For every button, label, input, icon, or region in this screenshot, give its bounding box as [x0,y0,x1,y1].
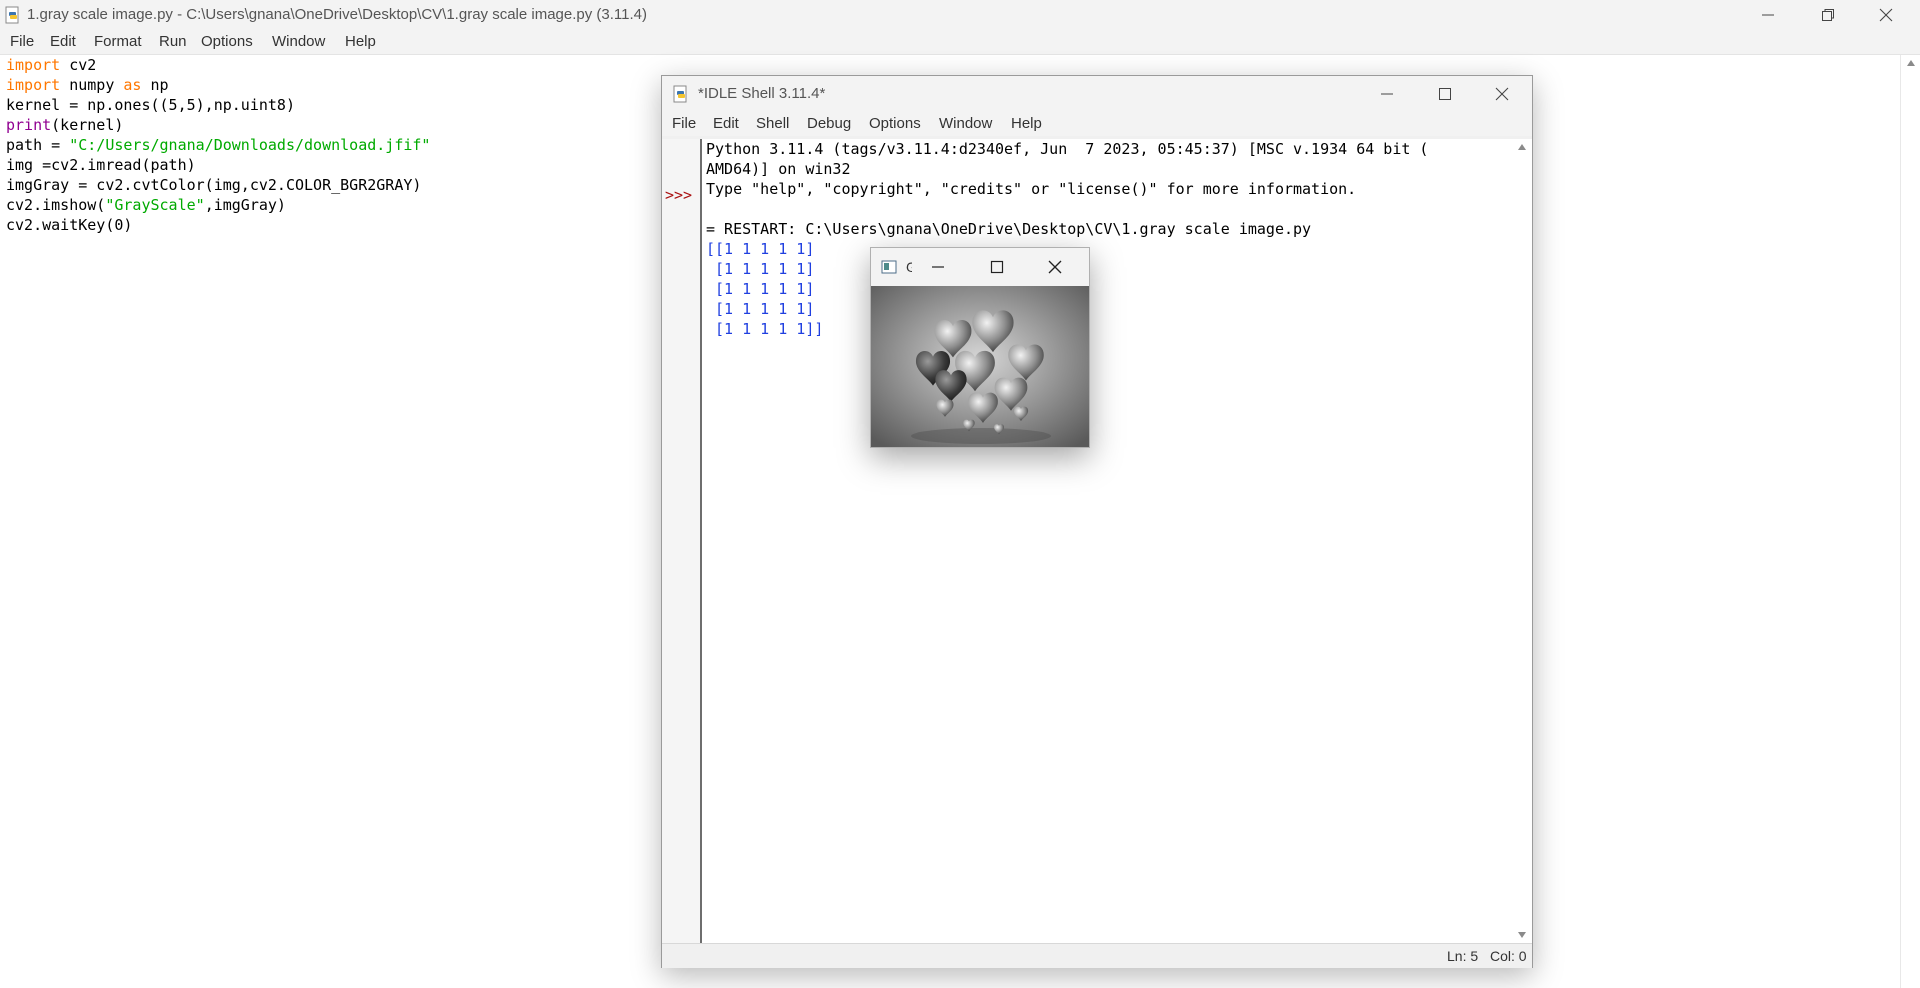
code-text: numpy [60,76,124,94]
shell-menu-shell[interactable]: Shell [756,112,789,136]
menu-help[interactable]: Help [345,29,376,54]
code-line: import cv2 [6,55,96,75]
scroll-down-arrow-icon[interactable] [1517,931,1527,939]
keyword: import [6,76,61,94]
image-title-bar[interactable]: G [871,248,1089,286]
grayscale-hearts-image [871,286,1089,447]
maximize-icon [990,260,1004,274]
image-close-button[interactable] [1032,248,1078,286]
python-file-icon [5,6,19,24]
shell-line: AMD64)] on win32 [706,160,851,178]
menu-options[interactable]: Options [201,29,253,54]
image-window-title: G [906,259,912,275]
shell-line: Type "help", "copyright", "credits" or "… [706,180,1357,198]
shell-line: Python 3.11.4 (tags/v3.11.4:d2340ef, Jun… [706,140,1429,158]
code-text: np [141,76,169,94]
shell-restart-line: = RESTART: C:\Users\gnana\OneDrive\Deskt… [706,220,1312,238]
scroll-up-arrow-icon[interactable] [1906,59,1916,67]
shell-output-line: [1 1 1 1 1] [706,300,815,318]
shell-menu-bar: File Edit Shell Debug Options Window Hel… [662,112,1532,136]
string-literal: "C:/Users/gnana/Downloads/download.jfif" [69,136,431,154]
shell-menu-window[interactable]: Window [939,112,992,136]
string-literal: "GrayScale" [105,196,205,214]
shell-output-line: [1 1 1 1 1] [706,260,815,278]
keyword: as [123,76,142,94]
close-icon [1048,260,1062,274]
shell-minimize-button[interactable] [1359,76,1415,112]
image-minimize-button[interactable] [915,248,961,286]
shell-close-button[interactable] [1474,76,1530,112]
code-line: path = "C:/Users/gnana/Downloads/downloa… [6,135,430,155]
minimize-icon [1381,93,1393,95]
menu-run[interactable]: Run [159,29,187,54]
restore-icon [1822,8,1834,21]
main-title-bar[interactable]: 1.gray scale image.py - C:\Users\gnana\O… [0,0,1920,29]
menu-window[interactable]: Window [272,29,325,54]
shell-menu-file[interactable]: File [672,112,696,136]
shell-output-area[interactable]: Python 3.11.4 (tags/v3.11.4:d2340ef, Jun… [702,139,1512,943]
heart-balloons-icon [871,286,1089,447]
main-menu-bar: File Edit Format Run Options Window Help [0,29,1920,55]
menu-format[interactable]: Format [94,29,142,54]
menu-file[interactable]: File [10,29,34,54]
status-line-number: Ln: 5 [1447,948,1479,964]
shell-prompt: >>> [665,186,693,204]
shell-menu-help[interactable]: Help [1011,112,1042,136]
code-text: cv2.imshow( [6,196,106,214]
scroll-up-arrow-icon[interactable] [1517,143,1527,151]
close-icon [1879,8,1893,21]
python-file-icon [673,85,687,103]
code-text: cv2 [60,56,97,74]
close-button[interactable] [1858,0,1914,29]
shell-prompt-gutter: >>> [662,139,702,943]
keyword: import [6,56,61,74]
shell-menu-debug[interactable]: Debug [807,112,851,136]
code-line: img =cv2.imread(path) [6,156,196,174]
restore-button[interactable] [1800,0,1856,29]
shell-status-bar: Ln: 5 Col: 0 [662,943,1532,968]
menu-edit[interactable]: Edit [50,29,76,54]
minimize-icon [932,266,944,268]
code-line: kernel = np.ones((5,5),np.uint8) [6,96,295,114]
code-line: print(kernel) [6,115,123,135]
close-icon [1495,87,1509,101]
shell-output-line: [1 1 1 1 1]] [706,320,824,338]
shell-title-bar[interactable]: *IDLE Shell 3.11.4* [662,76,1532,112]
shell-menu-options[interactable]: Options [869,112,921,136]
shell-title: *IDLE Shell 3.11.4* [698,85,826,102]
shell-output-line: [[1 1 1 1 1] [706,240,815,258]
code-line: import numpy as np [6,75,169,95]
shell-maximize-button[interactable] [1417,76,1473,112]
grayscale-image-window[interactable]: G [870,247,1090,448]
status-column-number: Col: 0 [1490,948,1527,964]
code-text: path = [6,136,70,154]
code-line: imgGray = cv2.cvtColor(img,cv2.COLOR_BGR… [6,176,422,194]
shell-window[interactable]: *IDLE Shell 3.11.4* File Edit Shell Debu… [661,75,1533,968]
image-maximize-button[interactable] [974,248,1020,286]
shell-vertical-scrollbar[interactable] [1512,139,1532,943]
maximize-icon [1439,88,1451,100]
code-line: cv2.imshow("GrayScale",imgGray) [6,195,286,215]
code-text: (kernel) [51,116,124,134]
window-title: 1.gray scale image.py - C:\Users\gnana\O… [27,6,647,23]
minimize-icon [1762,14,1774,15]
opencv-window-icon [881,260,897,274]
shell-output-line: [1 1 1 1 1] [706,280,815,298]
editor-vertical-scrollbar[interactable] [1900,55,1920,988]
code-text: ,imgGray) [204,196,286,214]
minimize-button[interactable] [1740,0,1796,29]
builtin: print [6,116,52,134]
shell-menu-edit[interactable]: Edit [713,112,739,136]
code-line: cv2.waitKey(0) [6,216,133,234]
